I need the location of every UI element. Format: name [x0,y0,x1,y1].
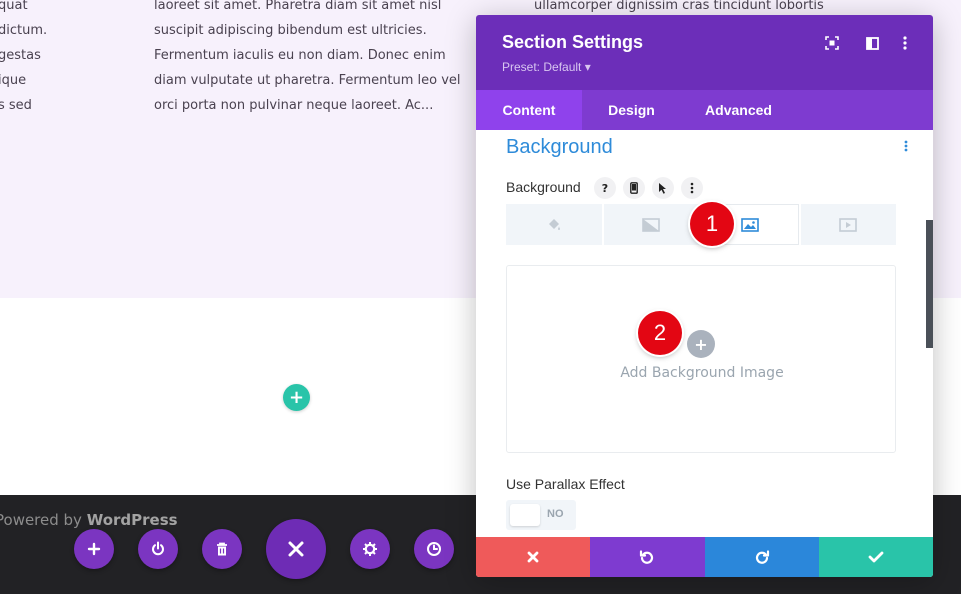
add-icon [87,542,101,556]
modal-scrollbar[interactable] [926,220,933,348]
section-menu-icon[interactable] [904,140,908,156]
bg-tab-gradient[interactable] [603,204,699,245]
gradient-icon [642,217,661,232]
cursor-icon[interactable] [652,177,674,199]
text-line: s sed [0,98,32,113]
modal-title: Section Settings [502,32,644,52]
text-line: Fermentum iaculis eu non diam. Donec eni… [154,48,446,63]
help-glyph: ? [601,181,609,195]
check-icon [868,551,884,563]
upload-label[interactable]: Add Background Image [507,365,897,381]
redo-button[interactable] [704,537,819,577]
trash-icon [217,542,227,555]
tab-advanced[interactable]: Advanced [681,90,796,130]
power-icon [152,541,164,556]
plus-icon: + [694,334,708,354]
discard-button[interactable] [476,537,591,577]
toggle-knob [510,504,540,526]
color-fill-icon [548,218,560,230]
add-module-button[interactable] [74,529,114,569]
modal-body: Background Background ? + Add Background… [476,130,933,537]
footer-credit: Powered by WordPress [0,511,178,529]
settings-tabs: Content Design Advanced [476,90,933,130]
text-column-2: laoreet sit amet. Pharetra diam sit amet… [154,0,461,118]
text-line: gestas [0,48,41,63]
text-column-1: quat dictum. gestas ique s sed [0,0,98,118]
phone-icon[interactable] [623,177,645,199]
text-line: quat [0,0,28,13]
delete-button[interactable] [202,529,242,569]
video-icon [839,217,858,232]
add-row-button[interactable]: + [283,384,310,411]
footer-brand: WordPress [86,511,178,529]
text-line: laoreet sit amet. Pharetra diam sit amet… [154,0,442,13]
text-line: dictum. [0,23,48,38]
gear-icon [363,542,377,556]
history-icon [427,542,441,556]
close-icon [288,541,304,557]
page-settings-button[interactable] [350,529,390,569]
image-icon [740,217,759,232]
parallax-label: Use Parallax Effect [506,476,625,492]
text-line: diam vulputate ut pharetra. Fermentum le… [154,73,461,88]
undo-icon [640,550,654,564]
redo-icon [755,550,769,564]
close-icon [527,551,539,563]
plus-icon: + [288,387,305,408]
text-line: orci porta non pulvinar neque laoreet. A… [154,98,434,113]
background-field-label: Background [506,179,581,195]
background-image-upload[interactable]: + Add Background Image [506,265,896,453]
preset-dropdown[interactable]: Preset: Default ▾ [502,60,591,74]
add-image-button[interactable]: + [687,330,715,358]
footer-prefix: Powered by [0,511,87,529]
history-button[interactable] [414,529,454,569]
section-title-background[interactable]: Background [506,136,613,159]
parallax-toggle[interactable]: NO [506,500,576,530]
more-options-icon[interactable] [895,33,915,53]
bg-tab-video[interactable] [800,204,896,245]
tab-content[interactable]: Content [476,90,582,130]
more-icon[interactable] [681,177,703,199]
expand-icon[interactable] [822,33,842,53]
tab-design[interactable]: Design [582,90,681,130]
undo-button[interactable] [590,537,705,577]
close-builder-button[interactable] [266,519,326,579]
text-line: suscipit adipiscing bibendum est ultrici… [154,23,427,38]
modal-footer [476,537,933,577]
split-view-icon[interactable] [862,33,882,53]
disable-button[interactable] [138,529,178,569]
modal-header: Section Settings Preset: Default ▾ [476,15,933,90]
help-icon[interactable]: ? [594,177,616,199]
section-settings-modal: Section Settings Preset: Default ▾ Conte… [476,15,933,577]
toggle-value: NO [547,508,564,520]
text-line: ique [0,73,27,88]
bg-tab-color[interactable] [506,204,602,245]
save-button[interactable] [818,537,933,577]
callout-1: 1 [690,202,734,246]
callout-2: 2 [638,311,682,355]
